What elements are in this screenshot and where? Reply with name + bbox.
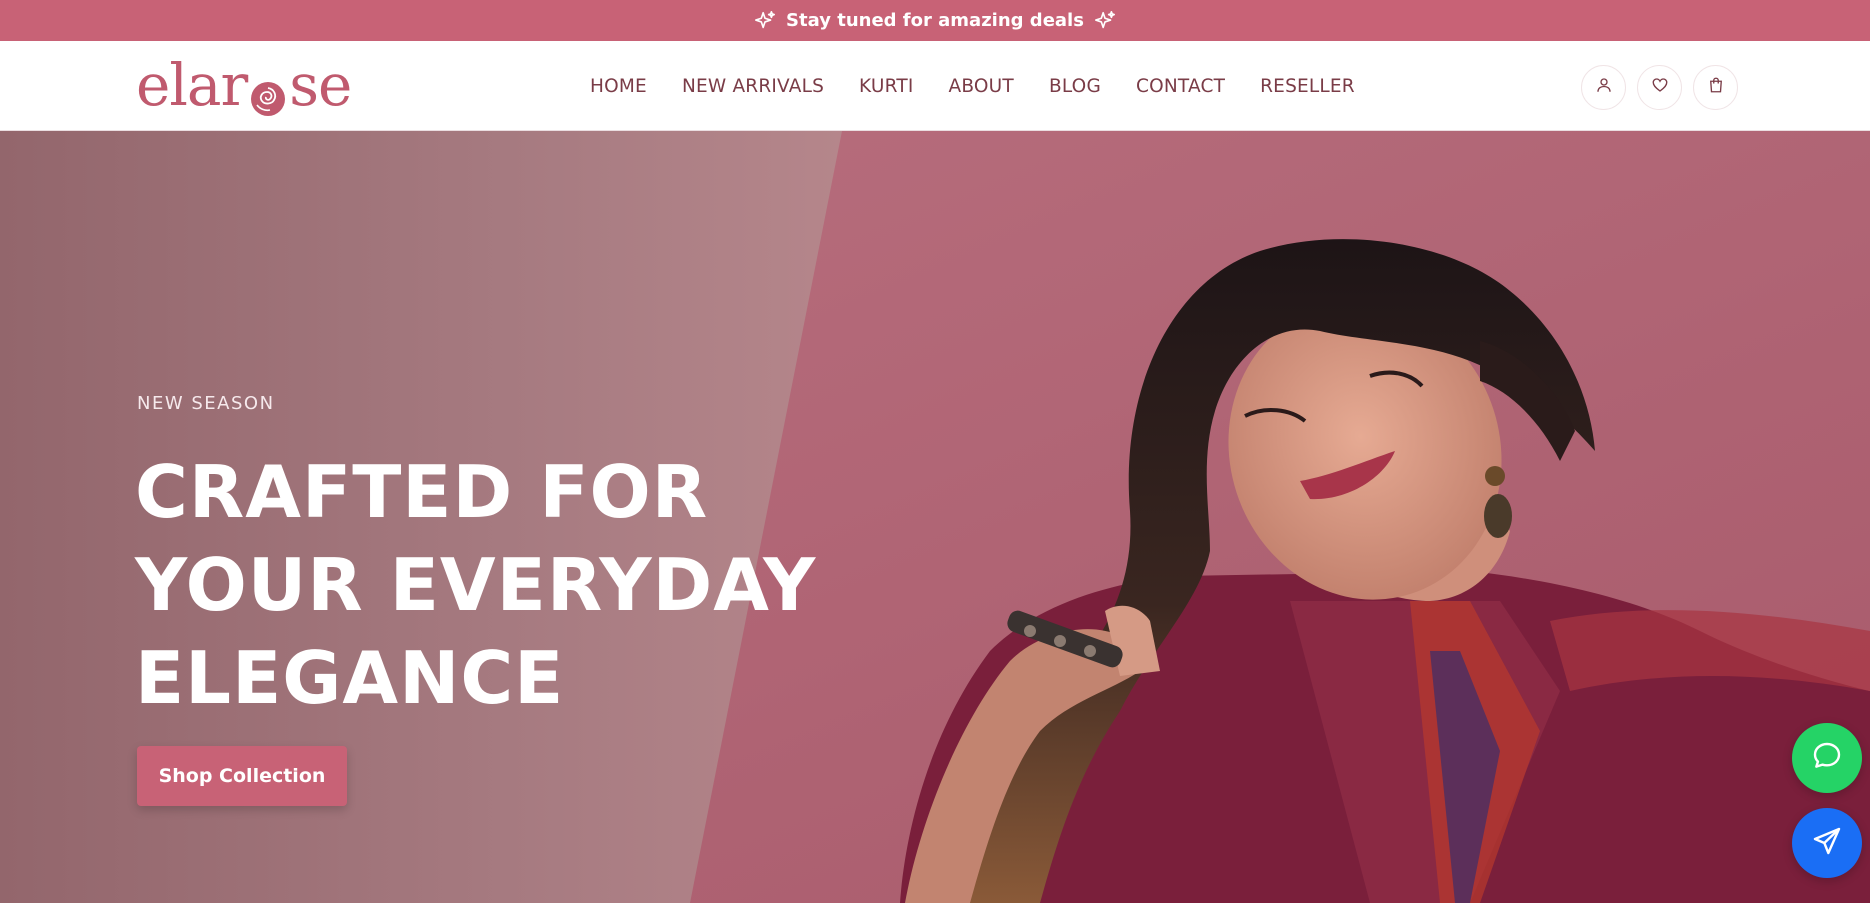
nav-blog[interactable]: BLOG	[1049, 76, 1101, 97]
main-nav: HOME NEW ARRIVALS KURTI ABOUT BLOG CONTA…	[590, 41, 1355, 131]
announcement-bar: Stay tuned for amazing deals	[0, 0, 1870, 41]
nav-home[interactable]: HOME	[590, 76, 647, 97]
user-icon	[1595, 76, 1613, 99]
chat-bubble-icon	[1811, 740, 1843, 777]
wishlist-button[interactable]	[1637, 65, 1682, 110]
paper-plane-icon	[1811, 825, 1843, 862]
shop-collection-button[interactable]: Shop Collection	[137, 746, 347, 806]
sparkle-icon	[1094, 10, 1116, 32]
brand-logo[interactable]: ela r se	[136, 55, 352, 116]
hero-title-line: YOUR EVERYDAY	[135, 543, 817, 627]
nav-reseller[interactable]: RESELLER	[1260, 76, 1355, 97]
send-button[interactable]	[1792, 808, 1862, 878]
nav-contact[interactable]: CONTACT	[1136, 76, 1225, 97]
shopping-bag-icon	[1707, 76, 1725, 99]
hero-kicker: NEW SEASON	[137, 393, 275, 414]
nav-about[interactable]: ABOUT	[949, 76, 1014, 97]
account-button[interactable]	[1581, 65, 1626, 110]
announcement-text: Stay tuned for amazing deals	[786, 10, 1084, 31]
hero-banner: NEW SEASON CRAFTED FOR YOUR EVERYDAY ELE…	[0, 131, 1870, 903]
nav-kurti[interactable]: KURTI	[859, 76, 913, 97]
site-header: ela r se HOME NEW ARRIVALS KURTI ABOUT BL…	[0, 41, 1870, 131]
hero-title-line: CRAFTED FOR	[135, 450, 709, 534]
hero-title: CRAFTED FOR YOUR EVERYDAY ELEGANCE	[135, 446, 895, 725]
hero-title-line: ELEGANCE	[135, 636, 565, 720]
chat-button[interactable]	[1792, 723, 1862, 793]
cart-button[interactable]	[1693, 65, 1738, 110]
header-actions	[1581, 65, 1738, 110]
heart-icon	[1651, 76, 1669, 99]
sparkle-icon	[754, 10, 776, 32]
rose-icon	[248, 69, 288, 116]
nav-new-arrivals[interactable]: NEW ARRIVALS	[682, 76, 824, 97]
